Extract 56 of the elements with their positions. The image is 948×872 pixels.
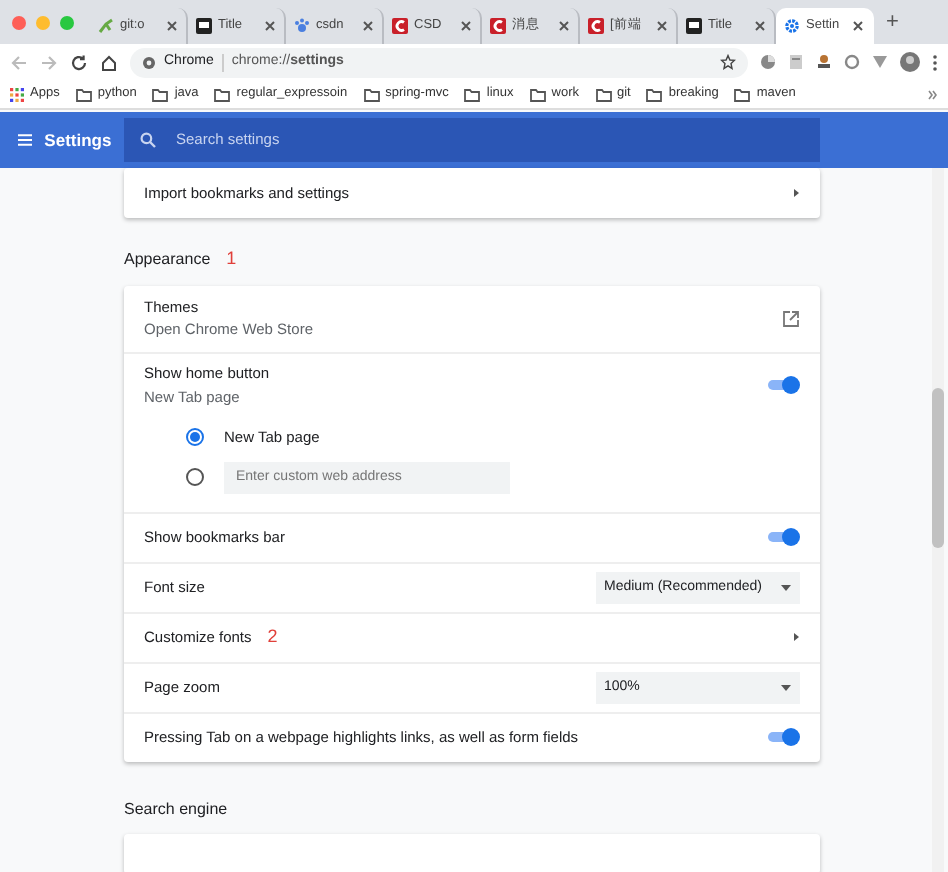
home-icon[interactable]: [100, 53, 118, 71]
folder-icon: [214, 87, 231, 101]
menu-icon[interactable]: [18, 132, 33, 148]
close-icon[interactable]: [460, 20, 472, 32]
folder-icon: [363, 87, 380, 101]
avatar-icon[interactable]: [900, 52, 920, 72]
c-logo-icon: [588, 18, 604, 34]
radio-button[interactable]: [186, 468, 204, 487]
star-icon[interactable]: [720, 54, 736, 70]
c-logo-icon: [490, 18, 506, 34]
search-icon: [140, 132, 156, 148]
chrome-page-icon: [142, 55, 156, 69]
folder-icon: [734, 87, 751, 101]
close-icon[interactable]: [852, 20, 864, 32]
close-icon[interactable]: [558, 20, 570, 32]
toggle-switch[interactable]: [768, 528, 800, 547]
annotation-number: 2: [267, 624, 278, 650]
monitor-icon: [196, 18, 212, 34]
toggle-switch[interactable]: [768, 376, 800, 394]
page-title: Settings: [44, 127, 114, 153]
more-bookmarks-icon[interactable]: [928, 89, 938, 99]
section-heading: Appearance: [124, 247, 211, 272]
arrow-right-icon: [792, 188, 800, 198]
external-link-icon[interactable]: [782, 309, 800, 327]
annotation-number: 1: [226, 246, 237, 272]
branch-icon: [98, 18, 114, 34]
extension-icon[interactable]: [788, 54, 804, 70]
arrow-right-icon: [792, 632, 800, 643]
close-icon[interactable]: [754, 20, 766, 32]
extension-icon[interactable]: [816, 54, 832, 70]
close-icon[interactable]: [264, 20, 276, 32]
new-tab-button[interactable]: +: [886, 5, 899, 39]
caret-icon: [780, 583, 792, 592]
close-icon[interactable]: [166, 20, 178, 32]
close-icon[interactable]: [656, 20, 668, 32]
paw-icon: [294, 18, 310, 34]
extension-icon[interactable]: [760, 54, 776, 70]
folder-icon: [464, 87, 481, 101]
close-icon[interactable]: [362, 20, 374, 32]
close-window-button[interactable]: [12, 15, 26, 29]
apps-icon: [10, 87, 24, 101]
menu-icon[interactable]: [932, 53, 938, 71]
folder-icon: [75, 87, 92, 101]
folder-icon: [595, 87, 611, 101]
radio-button[interactable]: [186, 427, 204, 446]
reload-icon[interactable]: [70, 53, 88, 71]
toggle-switch[interactable]: [768, 728, 800, 747]
c-logo-icon: [392, 18, 408, 34]
scrollbar[interactable]: [932, 168, 944, 872]
monitor-icon: [686, 18, 702, 34]
settings-icon: [784, 18, 800, 34]
folder-icon: [152, 87, 169, 101]
caret-icon: [780, 683, 792, 692]
section-heading: Search engine: [124, 797, 228, 822]
folder-icon: [646, 87, 663, 101]
folder-icon: [529, 87, 546, 101]
